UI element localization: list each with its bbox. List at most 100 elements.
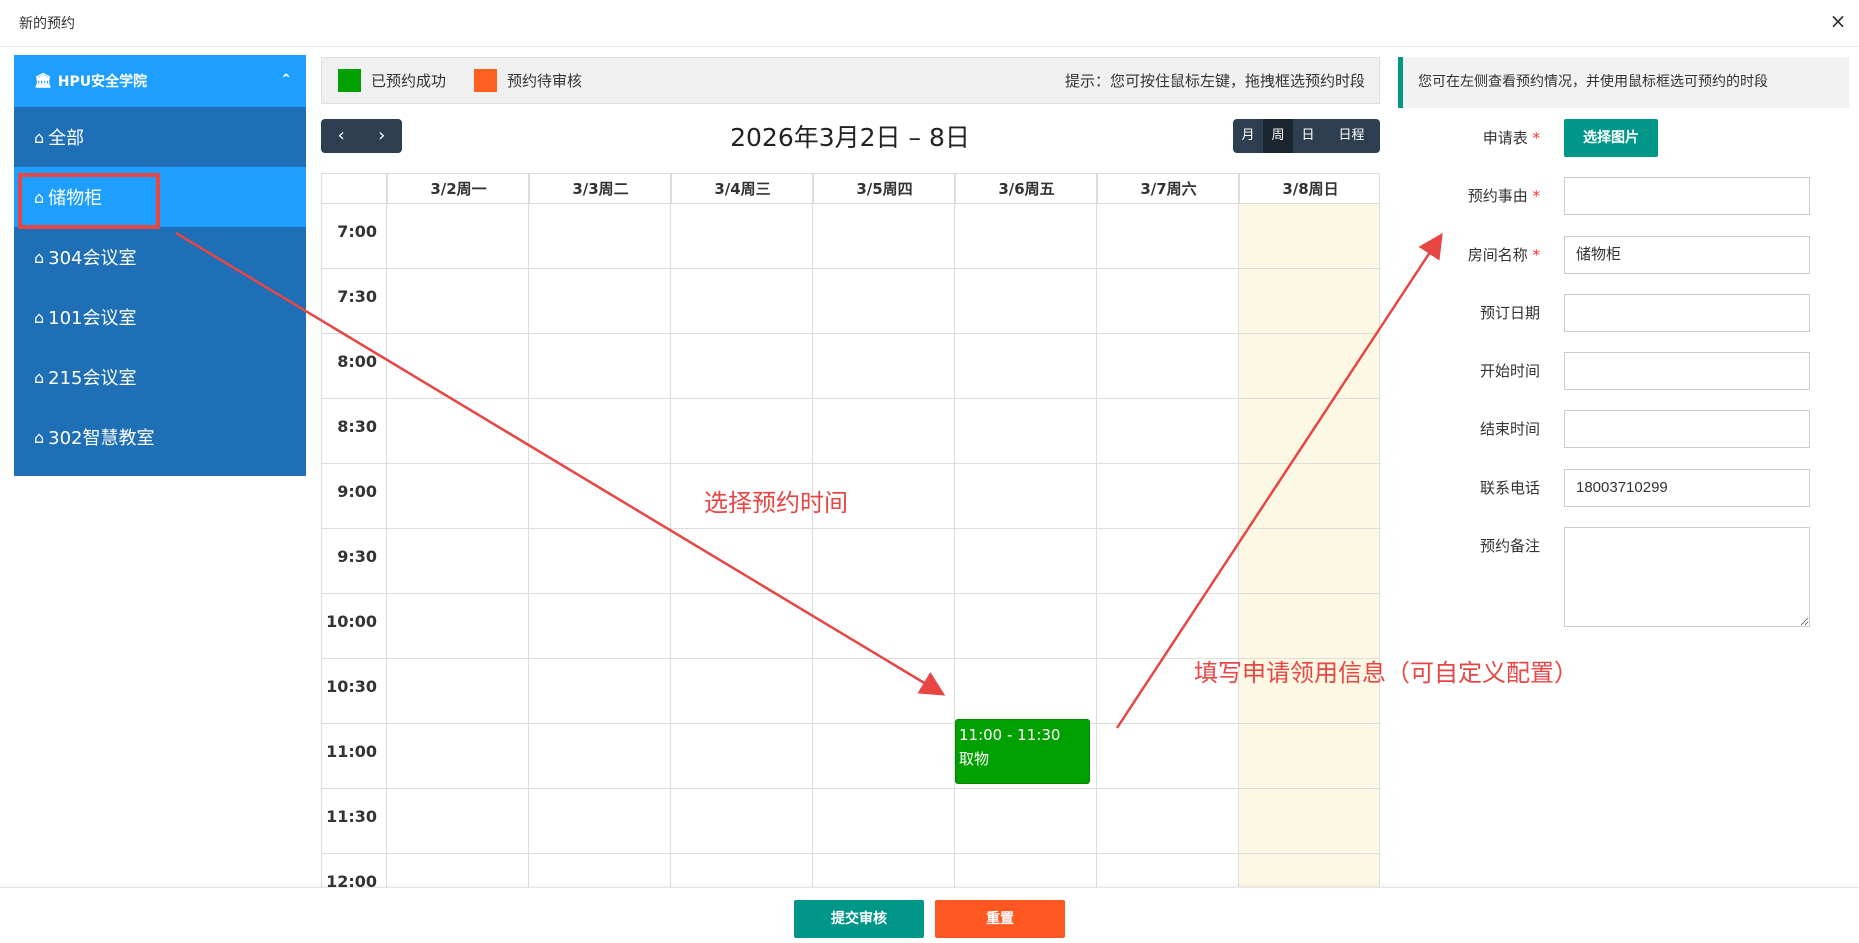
time-label: 10:30 bbox=[326, 677, 377, 696]
time-label: 7:30 bbox=[337, 287, 377, 306]
pending-legend-label: 预约待审核 bbox=[507, 72, 583, 90]
form-row: 结束时间 bbox=[1400, 410, 1850, 448]
form-row: 开始时间 bbox=[1400, 352, 1850, 390]
form-notice: 您可在左侧查看预约情况，并使用鼠标框选可预约的时段 bbox=[1398, 57, 1849, 108]
event-time: 11:00 - 11:30 bbox=[959, 726, 1061, 744]
dialog-titlebar: 新的预约 × bbox=[0, 0, 1859, 47]
time-slot-row[interactable]: 7:00 bbox=[322, 204, 1379, 269]
building-icon: 🏛 bbox=[34, 73, 52, 89]
view-button[interactable]: 日 bbox=[1293, 119, 1323, 153]
reset-button[interactable]: 重置 bbox=[935, 900, 1065, 938]
form-row: 预订日期 bbox=[1400, 294, 1850, 332]
close-icon[interactable]: × bbox=[1825, 8, 1851, 34]
time-slot-row[interactable]: 10:00 bbox=[322, 594, 1379, 659]
time-slot-row[interactable]: 11:30 bbox=[322, 789, 1379, 854]
sidebar-item-room-101[interactable]: ⌂ 101会议室 bbox=[14, 287, 306, 347]
week-calendar[interactable]: 3/2周一 3/3周二 3/4周三 3/5周四 3/6周五 3/7周六 3/8周日 7:00… bbox=[321, 173, 1380, 888]
form-input[interactable] bbox=[1564, 177, 1810, 215]
grid-line bbox=[812, 174, 813, 887]
home-icon: ⌂ bbox=[34, 427, 45, 447]
day-header: 3/7周六 bbox=[1097, 174, 1239, 204]
submit-button[interactable]: 提交审核 bbox=[794, 900, 924, 938]
time-slot-row[interactable]: 9:00 bbox=[322, 464, 1379, 529]
home-icon: ⌂ bbox=[34, 127, 45, 147]
grid-line bbox=[670, 174, 671, 887]
home-icon: ⌂ bbox=[34, 247, 45, 267]
sidebar-header[interactable]: 🏛 HPU安全学院 ⌃ bbox=[14, 55, 306, 107]
room-sidebar: 🏛 HPU安全学院 ⌃ ⌂ 全部 ⌂ 储物柜 ⌂ 304会议室 ⌂ 101会议室… bbox=[14, 55, 306, 476]
day-header: 3/6周五 bbox=[955, 174, 1097, 204]
time-label: 8:00 bbox=[337, 352, 377, 371]
calendar-nav: ‹ › bbox=[321, 119, 402, 153]
sidebar-header-label: HPU安全学院 bbox=[57, 74, 148, 90]
form-label-text: 预约备注 bbox=[1479, 537, 1540, 555]
time-slot-row[interactable]: 7:30 bbox=[322, 269, 1379, 334]
sidebar-item-label: 302智慧教室 bbox=[48, 428, 155, 449]
form-label-text: 开始时间 bbox=[1479, 362, 1540, 380]
success-swatch bbox=[338, 69, 361, 92]
form-label-text: 房间名称 bbox=[1467, 246, 1528, 264]
dialog-title: 新的预约 bbox=[19, 16, 75, 32]
required-marker: * bbox=[1527, 187, 1540, 205]
pending-swatch bbox=[474, 69, 498, 92]
form-label: 申请表 * bbox=[1400, 127, 1540, 148]
form-input[interactable]: 18003710299 bbox=[1564, 469, 1810, 507]
time-label: 10:00 bbox=[326, 612, 377, 631]
time-label: 12:00 bbox=[326, 872, 377, 888]
form-input[interactable] bbox=[1564, 410, 1810, 448]
time-slot-row[interactable]: 8:30 bbox=[322, 399, 1379, 464]
sidebar-item-label: 101会议室 bbox=[48, 308, 137, 329]
grid-line bbox=[528, 174, 529, 887]
annotation-select-time: 选择预约时间 bbox=[704, 489, 848, 517]
day-header: 3/3周二 bbox=[529, 174, 671, 204]
form-input[interactable]: 储物柜 bbox=[1564, 236, 1810, 274]
grid-line bbox=[386, 174, 387, 887]
required-marker: * bbox=[1527, 246, 1540, 264]
time-label: 11:30 bbox=[326, 807, 377, 826]
form-row: 联系电话 18003710299 bbox=[1400, 469, 1850, 507]
time-label: 7:00 bbox=[337, 222, 377, 241]
form-label: 结束时间 bbox=[1400, 418, 1540, 439]
view-button[interactable]: 日程 bbox=[1323, 119, 1380, 153]
sidebar-item-room-215[interactable]: ⌂ 215会议室 bbox=[14, 347, 306, 407]
form-input[interactable] bbox=[1564, 527, 1810, 627]
time-slot-row[interactable]: 11:00 bbox=[322, 724, 1379, 789]
day-header: 3/5周四 bbox=[813, 174, 955, 204]
form-label: 开始时间 bbox=[1400, 360, 1540, 381]
view-button[interactable]: 周 bbox=[1263, 119, 1293, 153]
form-label-text: 申请表 bbox=[1482, 129, 1528, 147]
calendar-range-title: 2026年3月2日 – 8日 bbox=[730, 123, 970, 152]
prev-week-button[interactable]: ‹ bbox=[321, 119, 362, 153]
form-label: 房间名称 * bbox=[1400, 244, 1540, 265]
time-slot-row[interactable]: 9:30 bbox=[322, 529, 1379, 594]
calendar-header: 3/2周一 3/3周二 3/4周三 3/5周四 3/6周五 3/7周六 3/8周日 bbox=[322, 174, 1379, 204]
next-week-button[interactable]: › bbox=[362, 119, 403, 153]
form-input[interactable] bbox=[1564, 352, 1810, 390]
view-button[interactable]: 月 bbox=[1233, 119, 1263, 153]
required-marker: * bbox=[1527, 129, 1540, 147]
annotation-highlight-box bbox=[18, 173, 160, 229]
grid-line bbox=[1096, 174, 1097, 887]
select-image-button[interactable]: 选择图片 bbox=[1564, 119, 1658, 157]
form-label-text: 预订日期 bbox=[1479, 304, 1540, 322]
time-label: 11:00 bbox=[326, 742, 377, 761]
success-legend-label: 已预约成功 bbox=[371, 72, 447, 90]
sidebar-item-label: 215会议室 bbox=[48, 368, 137, 389]
time-label: 8:30 bbox=[337, 417, 377, 436]
legend-bar: 已预约成功 预约待审核 提示：您可按住鼠标左键，拖拽框选预约时段 bbox=[321, 57, 1380, 104]
sidebar-item-room-302[interactable]: ⌂ 302智慧教室 bbox=[14, 407, 306, 467]
sidebar-item-all[interactable]: ⌂ 全部 bbox=[14, 107, 306, 167]
view-switcher: 月周日日程 bbox=[1233, 119, 1380, 153]
dialog-footer bbox=[0, 887, 1859, 943]
chevron-up-icon[interactable]: ⌃ bbox=[280, 72, 292, 88]
form-label: 预约事由 * bbox=[1400, 185, 1540, 206]
time-slot-row[interactable]: 12:00 bbox=[322, 854, 1379, 888]
form-label-text: 预约事由 bbox=[1467, 187, 1528, 205]
form-row: 预约备注 bbox=[1400, 527, 1850, 627]
time-slot-row[interactable]: 8:00 bbox=[322, 334, 1379, 399]
form-input[interactable] bbox=[1564, 294, 1810, 332]
sidebar-item-room-304[interactable]: ⌂ 304会议室 bbox=[14, 227, 306, 287]
booking-event[interactable]: 11:00 - 11:30 取物 bbox=[955, 719, 1090, 784]
form-label: 预约备注 bbox=[1400, 535, 1540, 556]
day-header: 3/2周一 bbox=[387, 174, 529, 204]
